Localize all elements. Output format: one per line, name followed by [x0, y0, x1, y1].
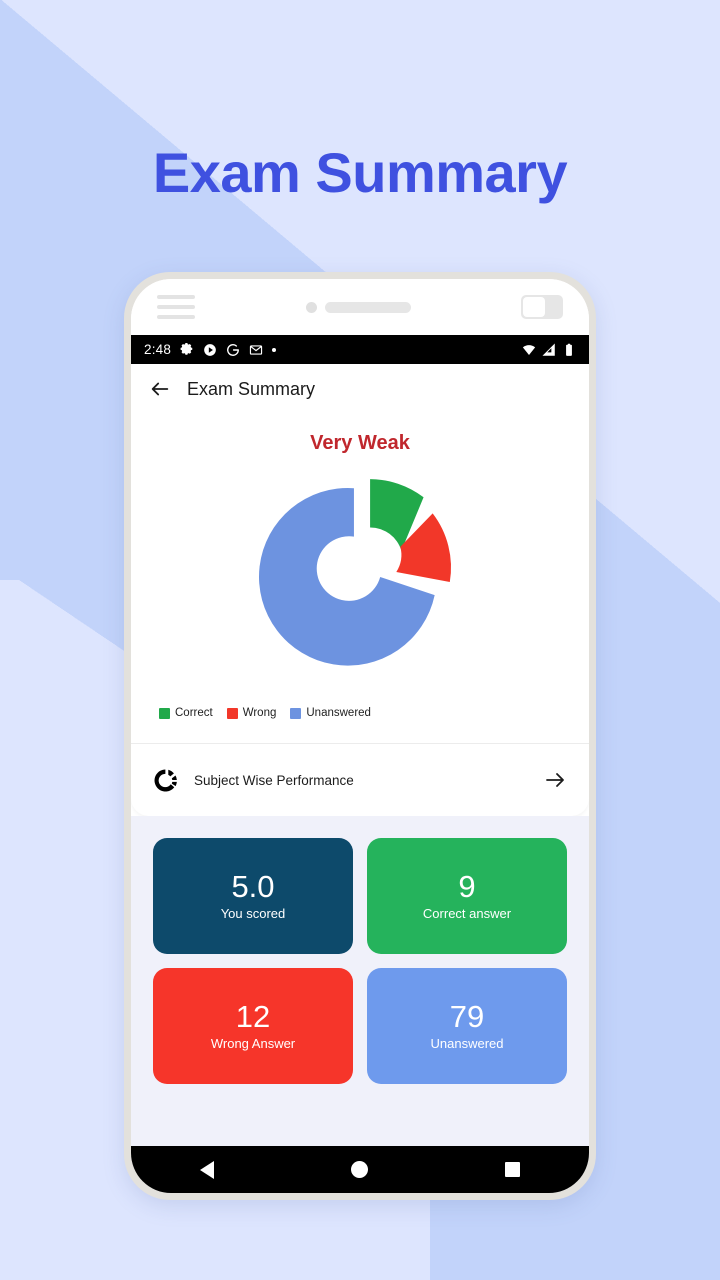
arrow-left-icon[interactable] [149, 378, 171, 400]
subject-wise-performance-label: Subject Wise Performance [194, 772, 354, 788]
legend-item-wrong: Wrong [226, 707, 277, 719]
more-dot-icon [272, 347, 277, 352]
stat-value-you-scored: 5.0 [231, 869, 275, 905]
android-navigation-bar [131, 1146, 589, 1193]
chart-legend: Correct Wrong Unanswered [131, 693, 589, 719]
signal-icon [542, 342, 555, 356]
nav-back-icon[interactable] [199, 1160, 214, 1179]
app-screen: Exam Summary Very Weak Correct Wrong Una… [131, 364, 589, 1193]
stat-label-wrong-answer: Wrong Answer [210, 1035, 296, 1051]
phone-screen: 2:48 Exam Summary Very Weak Correct Wron… [131, 279, 589, 1193]
toggle-placeholder[interactable] [521, 295, 563, 319]
legend-label-wrong: Wrong [242, 707, 277, 719]
status-bar-right [522, 342, 576, 357]
stat-label-unanswered: Unanswered [430, 1035, 504, 1051]
phone-camera-speaker [305, 301, 411, 313]
legend-swatch-unanswered [290, 707, 302, 719]
legend-label-correct: Correct [175, 707, 213, 719]
stat-card-wrong-answer[interactable]: 12 Wrong Answer [153, 968, 353, 1084]
page-title: Exam Summary [152, 141, 568, 204]
play-store-icon [204, 343, 216, 356]
mockup-bezel [131, 279, 589, 335]
google-icon [227, 343, 240, 356]
legend-item-correct: Correct [159, 707, 213, 719]
stat-value-unanswered: 79 [449, 999, 485, 1035]
status-bar: 2:48 [131, 335, 589, 364]
donut-chart-svg [258, 479, 452, 666]
arrow-right-icon[interactable] [543, 768, 567, 792]
donut-chart [131, 461, 589, 693]
stat-label-you-scored: You scored [220, 905, 286, 921]
stat-card-unanswered[interactable]: 79 Unanswered [367, 968, 567, 1084]
gmail-icon [249, 344, 263, 355]
app-bar: Exam Summary [131, 364, 589, 414]
stat-card-correct-answer[interactable]: 9 Correct answer [367, 838, 567, 954]
settings-gear-icon [180, 342, 193, 355]
legend-swatch-wrong [226, 707, 238, 719]
status-bar-left: 2:48 [144, 342, 277, 357]
legend-label-unanswered: Unanswered [306, 707, 371, 719]
performance-verdict: Very Weak [310, 432, 410, 454]
phone-mockup-frame: 2:48 Exam Summary Very Weak Correct Wron… [124, 272, 596, 1200]
donut-chart-icon [154, 768, 177, 792]
wifi-icon [522, 344, 536, 355]
hamburger-menu-icon[interactable] [157, 295, 195, 319]
app-bar-title: Exam Summary [187, 378, 316, 399]
stat-card-you-scored[interactable]: 5.0 You scored [153, 838, 353, 954]
legend-item-unanswered: Unanswered [290, 707, 371, 719]
status-bar-clock: 2:48 [144, 342, 172, 357]
nav-recents-icon[interactable] [505, 1162, 521, 1177]
legend-swatch-correct [159, 707, 170, 719]
nav-home-icon[interactable] [350, 1161, 368, 1178]
subject-wise-performance-row[interactable]: Subject Wise Performance [131, 744, 589, 816]
battery-icon [566, 343, 572, 356]
stat-value-wrong-answer: 12 [235, 999, 271, 1035]
stat-card-grid: 5.0 You scored 9 Correct answer 12 Wrong… [131, 816, 589, 1146]
stat-label-correct-answer: Correct answer [422, 905, 512, 921]
speaker-slot-icon [324, 301, 411, 313]
stat-value-correct-answer: 9 [458, 869, 476, 905]
camera-dot-icon [305, 301, 317, 313]
